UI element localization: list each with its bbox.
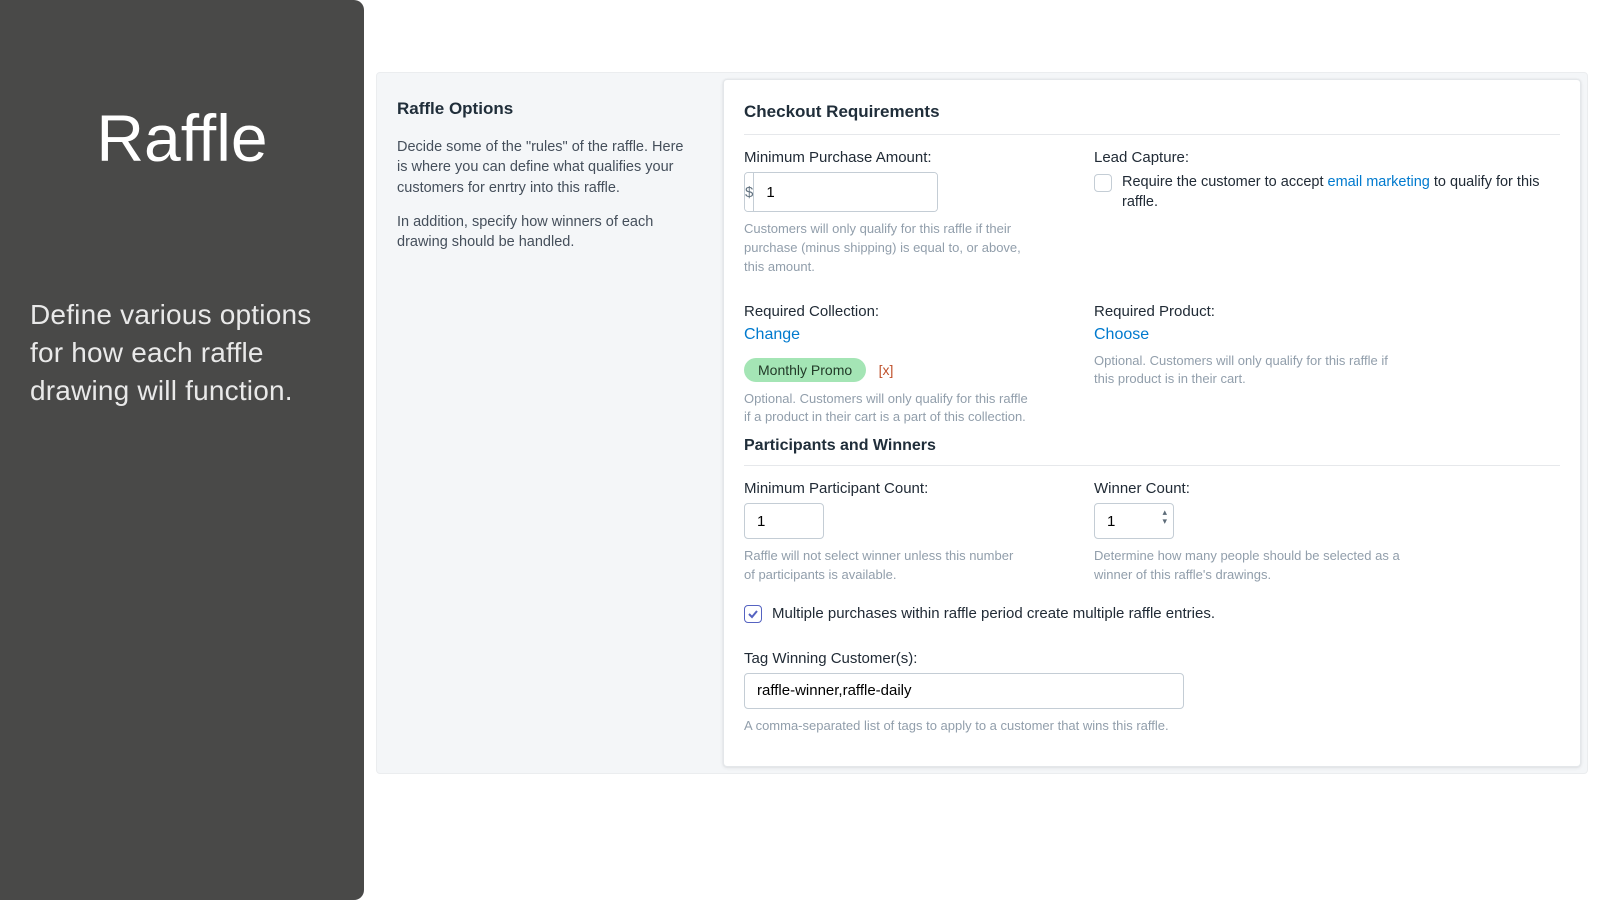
section-heading: Raffle Options xyxy=(397,99,695,119)
min-participant-label: Minimum Participant Count: xyxy=(744,480,1074,497)
required-product-label: Required Product: xyxy=(1094,303,1560,320)
main-content: Raffle Options Decide some of the "rules… xyxy=(364,0,1600,900)
tag-input[interactable] xyxy=(744,673,1184,709)
winner-count-field: Winner Count: ▴▾ Determine how many peop… xyxy=(1094,480,1560,585)
collection-badge: Monthly Promo xyxy=(744,358,866,382)
tag-helper: A comma-separated list of tags to apply … xyxy=(744,717,1560,736)
section-paragraph-1: Decide some of the "rules" of the raffle… xyxy=(397,137,695,198)
settings-panel: Raffle Options Decide some of the "rules… xyxy=(376,72,1588,774)
multiple-entries-label: Multiple purchases within raffle period … xyxy=(772,603,1215,624)
sidebar-description: Define various options for how each raff… xyxy=(30,296,334,409)
min-participant-input[interactable] xyxy=(744,503,824,539)
lead-capture-checkbox[interactable] xyxy=(1094,174,1112,192)
multiple-entries-checkbox[interactable] xyxy=(744,605,762,623)
min-purchase-field: Minimum Purchase Amount: $ Customers wil… xyxy=(744,149,1074,277)
section-intro: Raffle Options Decide some of the "rules… xyxy=(377,73,723,773)
remove-collection-icon[interactable]: [x] xyxy=(879,362,894,378)
winner-count-input[interactable] xyxy=(1107,513,1151,530)
tag-label: Tag Winning Customer(s): xyxy=(744,650,1560,667)
min-purchase-helper: Customers will only qualify for this raf… xyxy=(744,220,1044,277)
required-collection-helper: Optional. Customers will only qualify fo… xyxy=(744,390,1034,428)
min-participant-helper: Raffle will not select winner unless thi… xyxy=(744,547,1014,585)
multiple-entries-row: Multiple purchases within raffle period … xyxy=(744,603,1560,624)
lead-capture-label: Lead Capture: xyxy=(1094,149,1560,166)
required-collection-label: Required Collection: xyxy=(744,303,1074,320)
required-collection-field: Required Collection: Change Monthly Prom… xyxy=(744,303,1074,428)
tag-winners-field: Tag Winning Customer(s): A comma-separat… xyxy=(744,650,1560,736)
participants-heading: Participants and Winners xyxy=(744,427,1560,466)
winner-count-input-wrap: ▴▾ xyxy=(1094,503,1174,539)
sidebar: Raffle Define various options for how ea… xyxy=(0,0,364,900)
section-paragraph-2: In addition, specify how winners of each… xyxy=(397,212,695,253)
email-marketing-link[interactable]: email marketing xyxy=(1328,174,1430,190)
options-card: Checkout Requirements Minimum Purchase A… xyxy=(723,79,1581,767)
required-product-helper: Optional. Customers will only qualify fo… xyxy=(1094,352,1394,390)
checkout-heading: Checkout Requirements xyxy=(744,102,1560,135)
min-purchase-label: Minimum Purchase Amount: xyxy=(744,149,1074,166)
winner-count-label: Winner Count: xyxy=(1094,480,1560,497)
required-product-field: Required Product: Choose Optional. Custo… xyxy=(1094,303,1560,428)
choose-product-link[interactable]: Choose xyxy=(1094,326,1149,343)
winner-count-helper: Determine how many people should be sele… xyxy=(1094,547,1414,585)
currency-addon: $ xyxy=(745,173,754,211)
sidebar-title: Raffle xyxy=(30,100,334,176)
min-purchase-input[interactable] xyxy=(754,173,938,211)
change-collection-link[interactable]: Change xyxy=(744,326,800,343)
min-purchase-input-group: $ xyxy=(744,172,938,212)
lead-capture-field: Lead Capture: Require the customer to ac… xyxy=(1094,149,1560,277)
lead-capture-text: Require the customer to accept email mar… xyxy=(1122,172,1560,213)
min-participant-field: Minimum Participant Count: Raffle will n… xyxy=(744,480,1074,585)
stepper-icon[interactable]: ▴▾ xyxy=(1162,508,1167,526)
